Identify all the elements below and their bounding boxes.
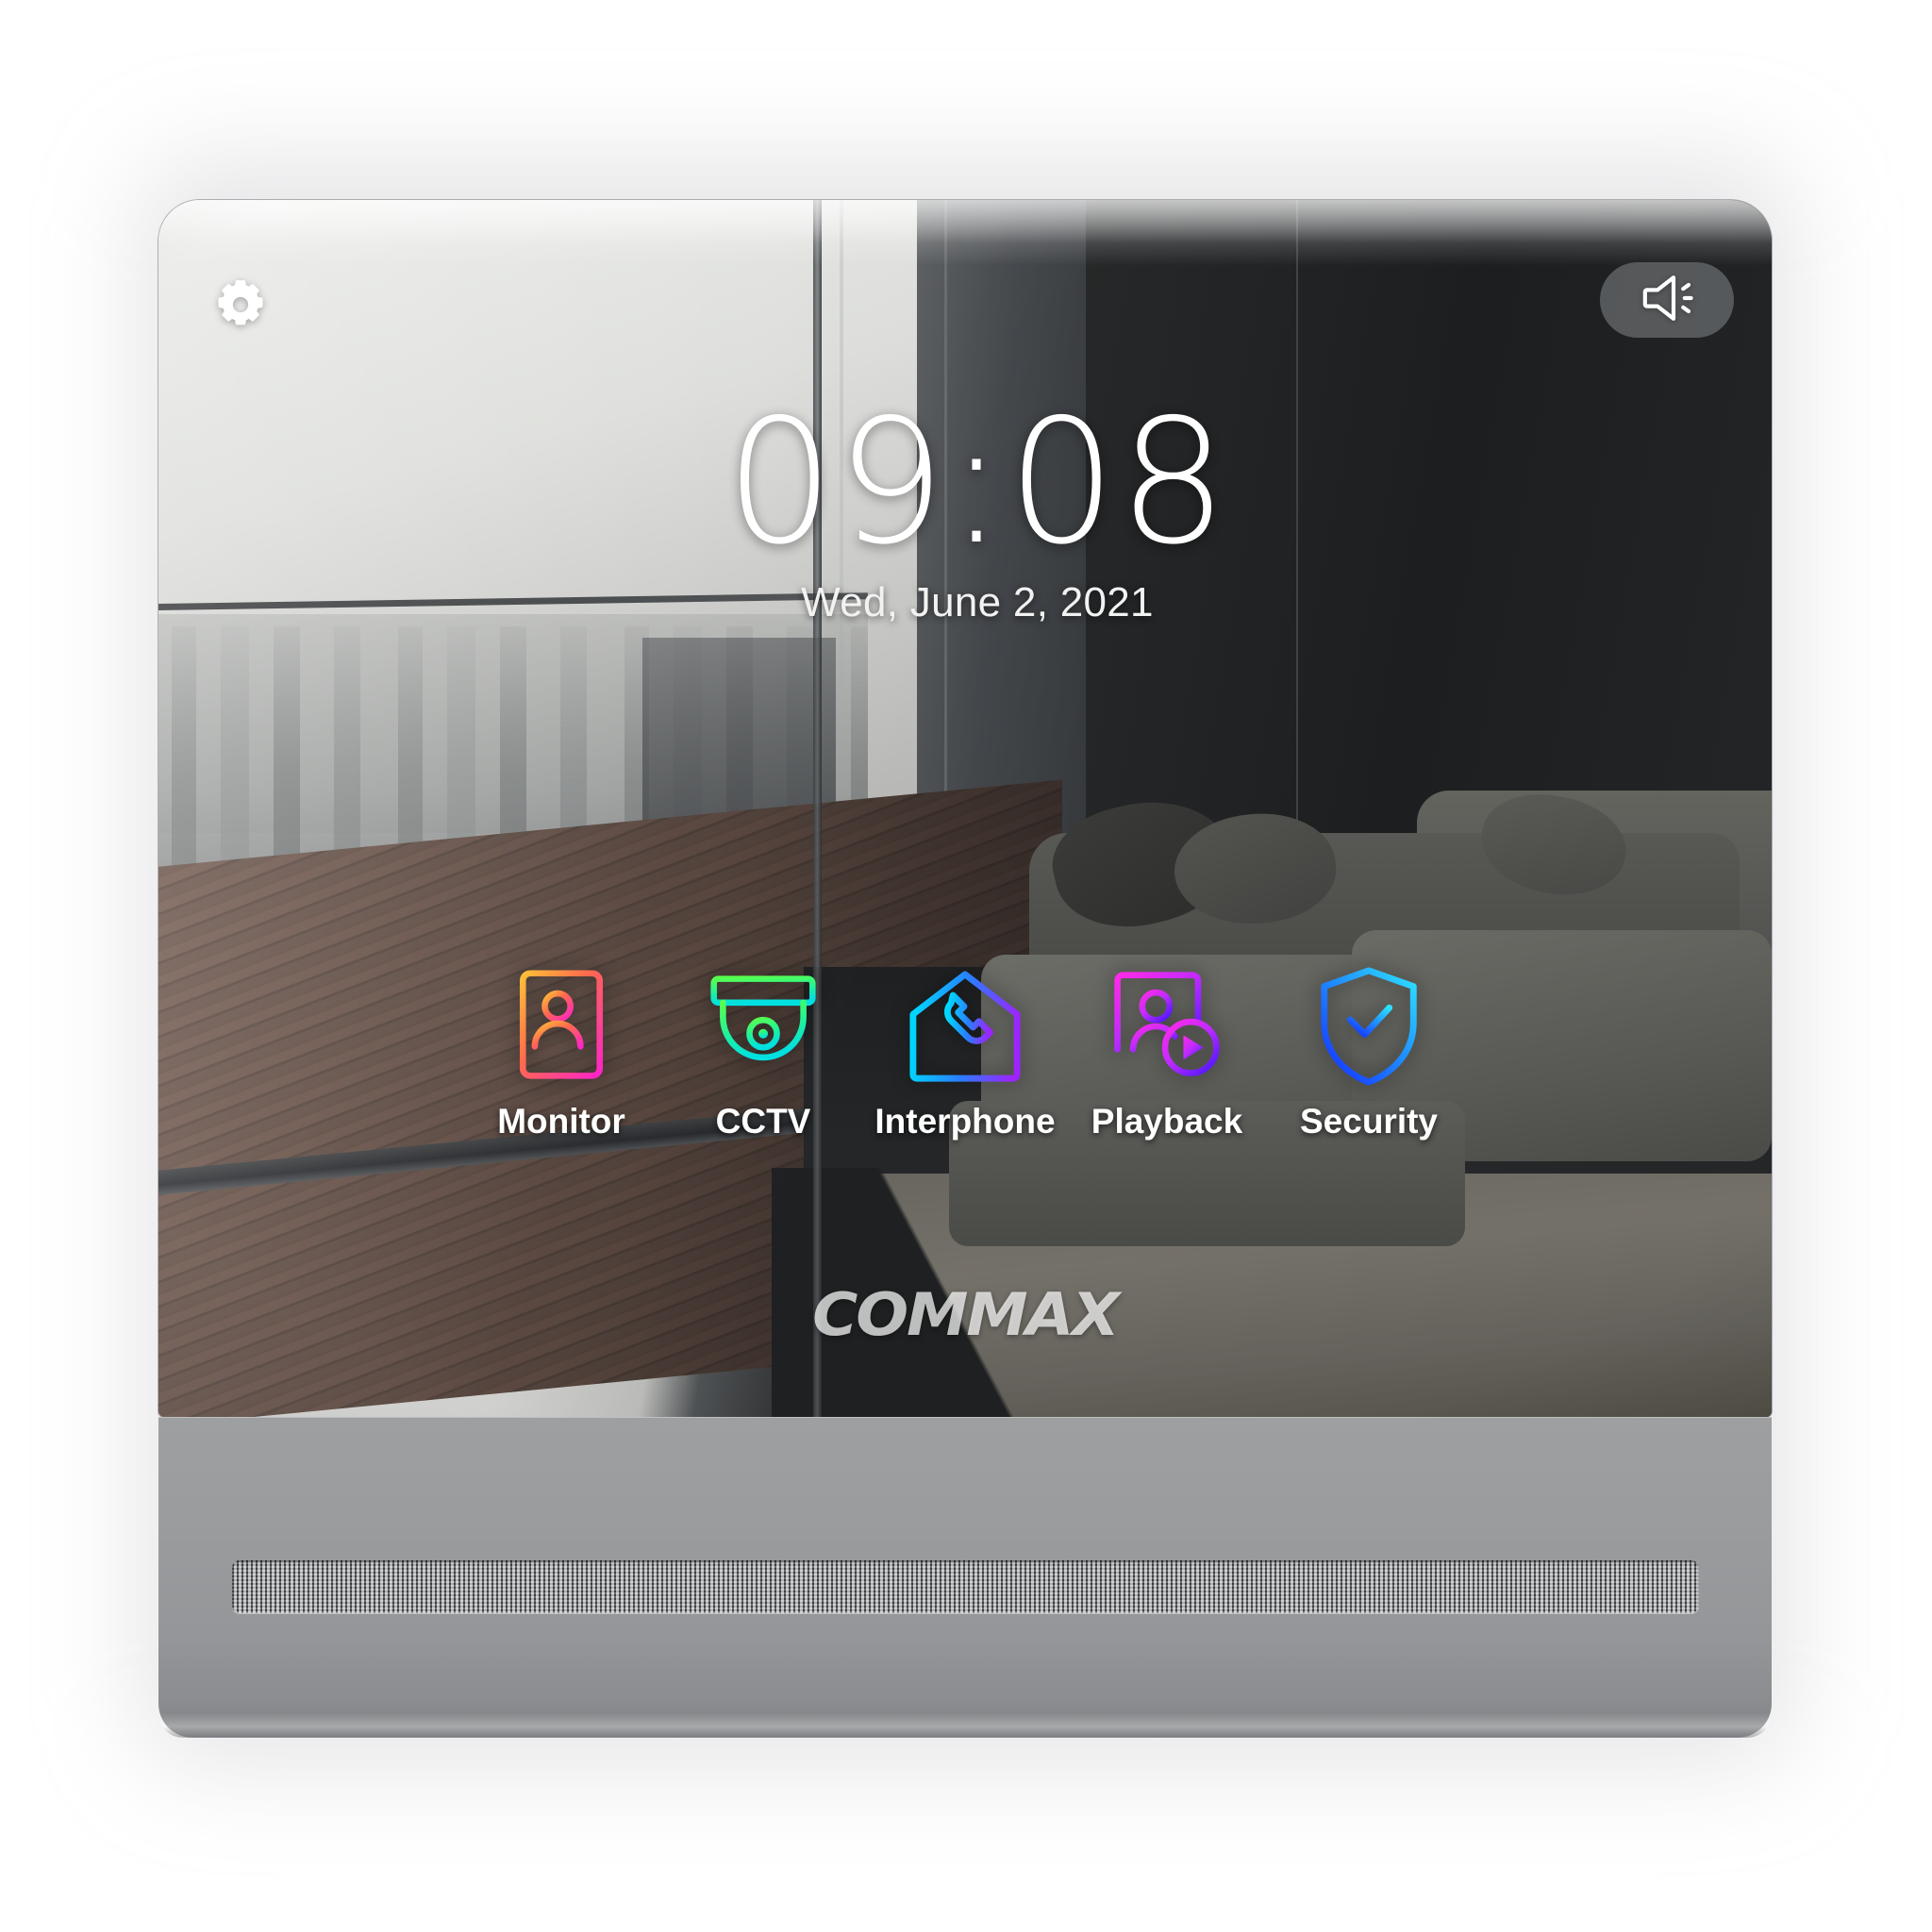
recording-playback-icon — [1105, 964, 1229, 1089]
speaker-grille — [232, 1560, 1699, 1613]
shield-check-icon — [1314, 964, 1424, 1089]
intercom-device: 09:08 Wed, June 2, 2021 Monitor CCTV Int… — [158, 200, 1772, 1738]
app-tile-interphone[interactable]: Interphone — [864, 964, 1066, 1141]
gear-icon — [211, 275, 270, 339]
dome-camera-icon — [705, 964, 822, 1089]
app-label-playback: Playback — [1091, 1102, 1243, 1141]
app-tile-security[interactable]: Security — [1268, 964, 1470, 1141]
home-screen-ui: 09:08 Wed, June 2, 2021 Monitor CCTV Int… — [158, 200, 1772, 1417]
app-label-monitor: Monitor — [497, 1102, 625, 1141]
clock-date: Wed, June 2, 2021 — [801, 579, 1154, 625]
clock-time: 09:08 — [724, 382, 1230, 582]
touchscreen-panel[interactable]: 09:08 Wed, June 2, 2021 Monitor CCTV Int… — [158, 200, 1772, 1417]
volume-button[interactable] — [1600, 262, 1734, 338]
device-bottom-bezel — [158, 1417, 1772, 1738]
app-label-interphone: Interphone — [874, 1102, 1056, 1141]
door-station-monitor-icon — [506, 964, 617, 1089]
clock-widget: 09:08 Wed, June 2, 2021 — [158, 396, 1772, 626]
app-tile-cctv[interactable]: CCTV — [662, 964, 864, 1141]
settings-button[interactable] — [200, 266, 281, 347]
house-phone-icon — [904, 964, 1026, 1089]
app-launcher-row: Monitor CCTV Interphone Playback Securit… — [158, 964, 1772, 1141]
screenshot-stage: 09:08 Wed, June 2, 2021 Monitor CCTV Int… — [0, 0, 1932, 1932]
app-tile-monitor[interactable]: Monitor — [460, 964, 662, 1141]
app-tile-playback[interactable]: Playback — [1066, 964, 1268, 1141]
brand-watermark: COMMAX — [812, 1280, 1120, 1349]
app-label-cctv: CCTV — [715, 1102, 811, 1141]
app-label-security: Security — [1299, 1102, 1438, 1141]
speaker-volume-icon — [1637, 273, 1697, 328]
